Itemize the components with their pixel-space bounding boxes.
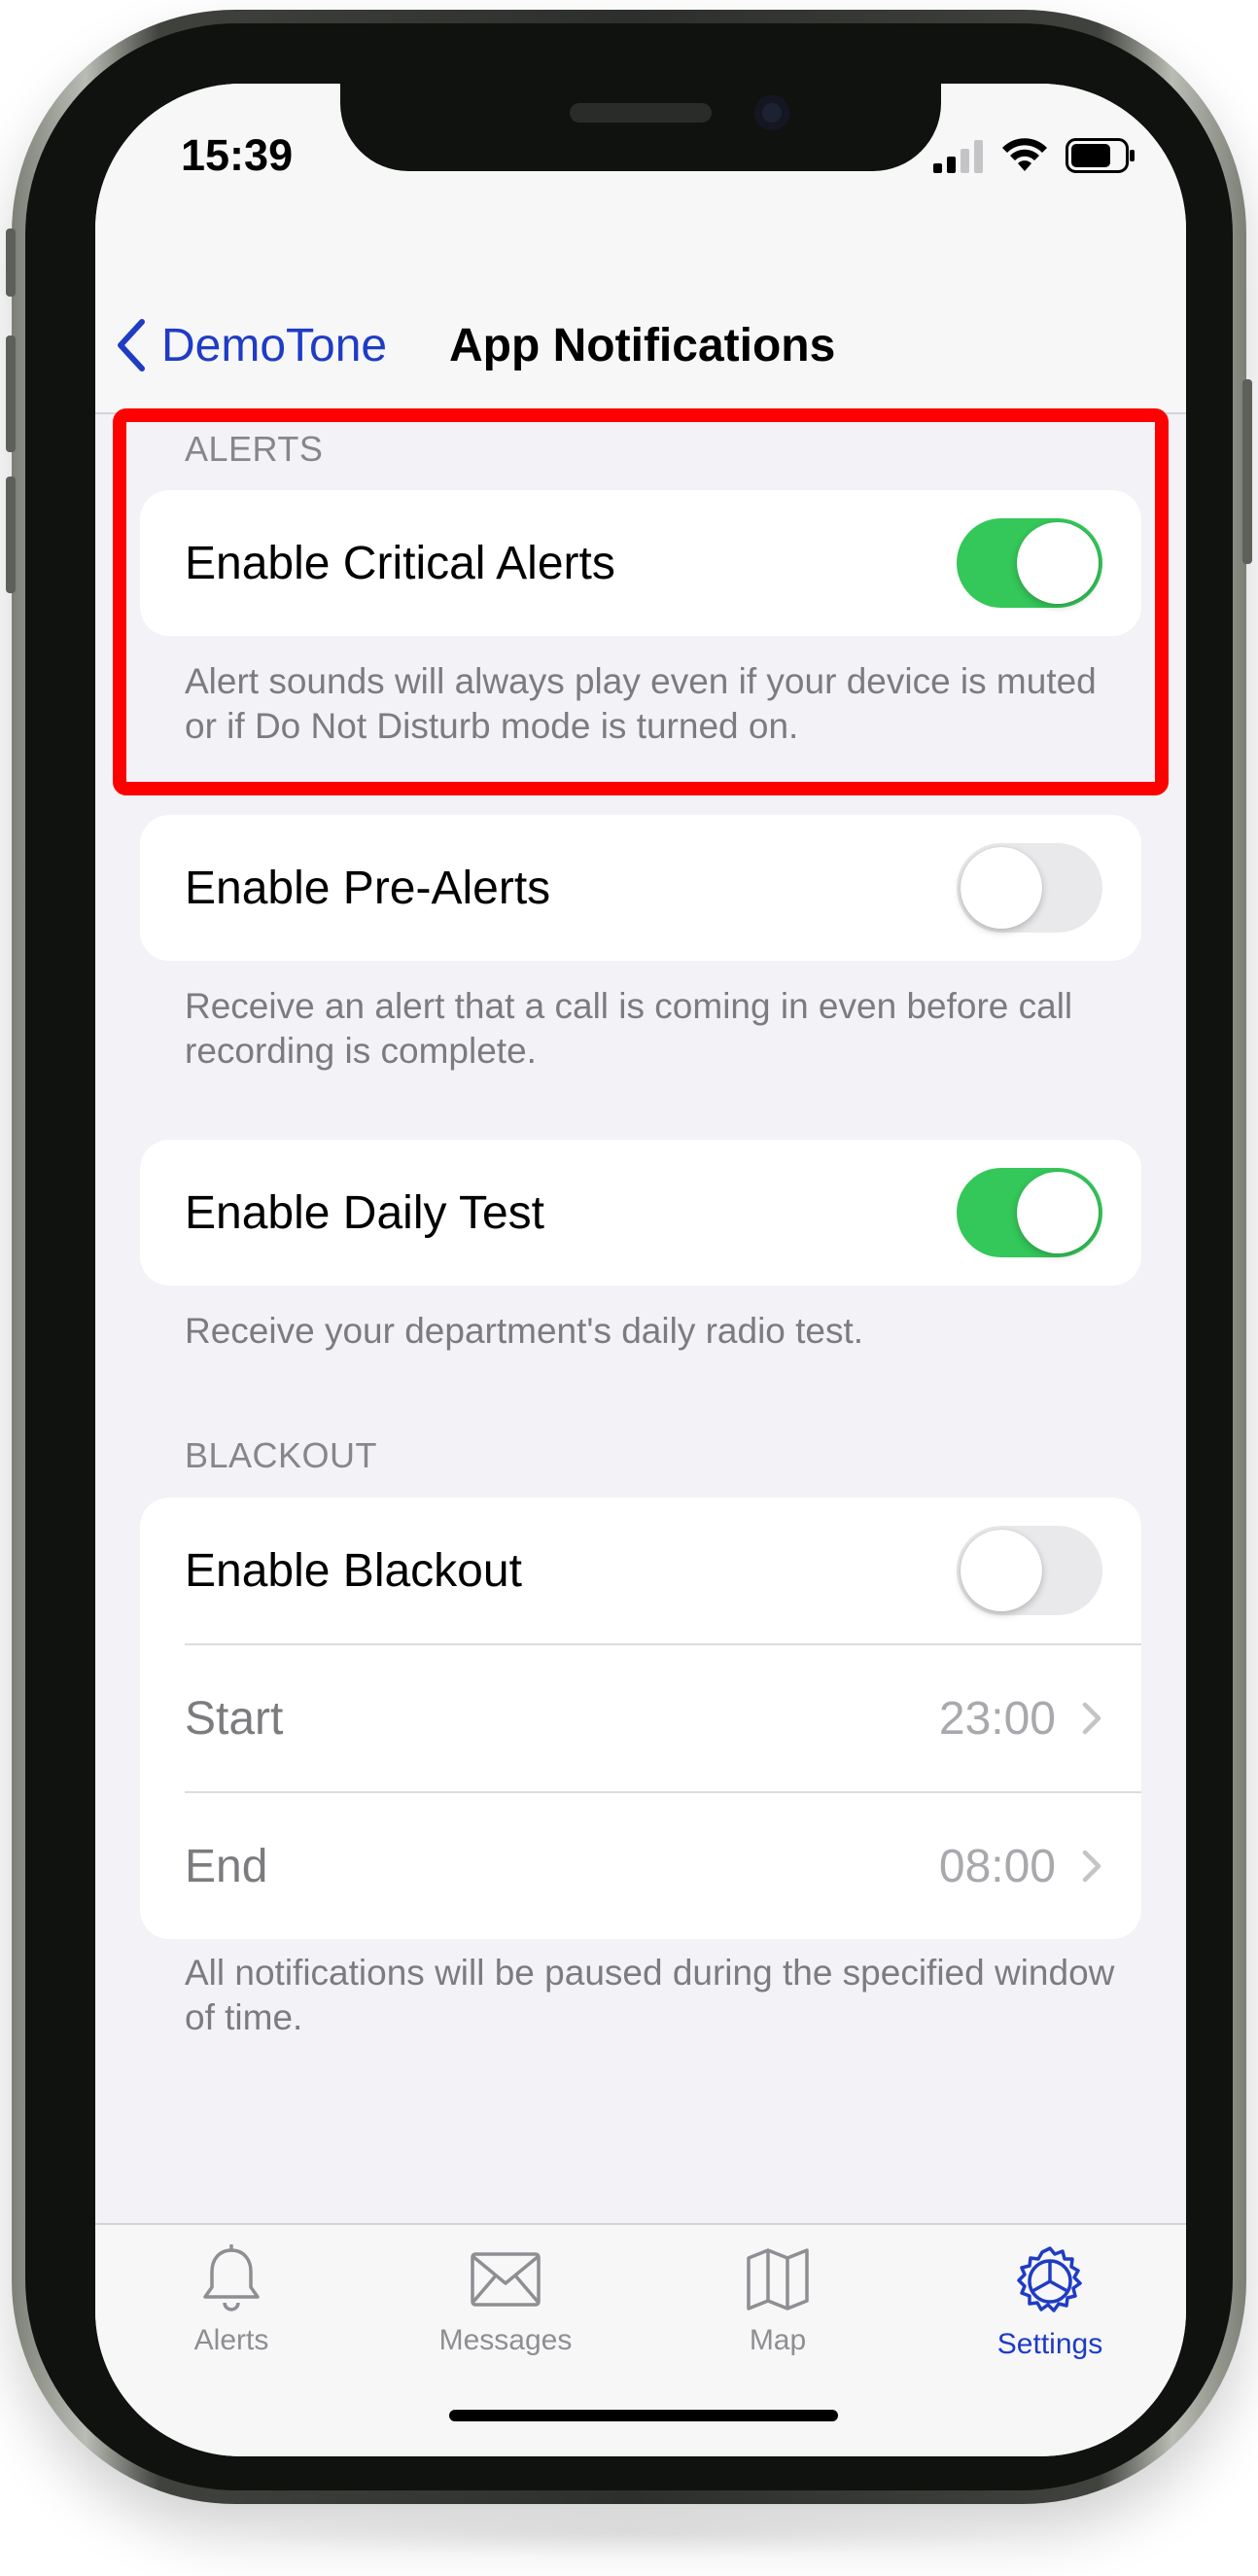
tab-settings[interactable]: Settings: [943, 2244, 1157, 2361]
blackout-start-value: 23:00: [938, 1692, 1056, 1745]
blackout-toggle[interactable]: [957, 1526, 1102, 1615]
daily-test-row: Enable Daily Test: [140, 1140, 1141, 1286]
critical-alerts-footer: Alert sounds will always play even if yo…: [185, 661, 1097, 746]
alerts-section-header: ALERTS: [185, 429, 324, 469]
pre-alerts-label: Enable Pre-Alerts: [185, 862, 551, 914]
tab-label: Messages: [438, 2324, 573, 2356]
bell-icon: [203, 2244, 260, 2311]
back-button-label: DemoTone: [161, 319, 388, 371]
pre-alerts-card: Enable Pre-Alerts: [140, 815, 1141, 961]
page-title: App Notifications: [449, 319, 836, 371]
status-icons: [933, 134, 1136, 173]
tab-map[interactable]: Map: [671, 2244, 885, 2357]
chevron-right-icon: [1082, 1850, 1101, 1883]
toggle-knob: [961, 847, 1042, 929]
envelope-icon: [471, 2252, 541, 2307]
critical-alerts-toggle[interactable]: [957, 518, 1102, 608]
blackout-end-label: End: [185, 1840, 268, 1892]
pre-alerts-row: Enable Pre-Alerts: [140, 815, 1141, 961]
volume-up-button: [6, 335, 16, 452]
blackout-label: Enable Blackout: [185, 1544, 522, 1597]
phone-frame: 15:39 DemoTone App Notifications ALERTS …: [6, 10, 1252, 2504]
wifi-icon: [1002, 138, 1047, 171]
silent-switch: [6, 229, 16, 297]
cellular-signal-icon: [933, 140, 983, 173]
critical-alerts-row: Enable Critical Alerts: [140, 490, 1141, 636]
phone-screen: 15:39 DemoTone App Notifications ALERTS …: [95, 84, 1186, 2456]
toggle-knob: [1017, 1172, 1099, 1253]
toggle-knob: [961, 1530, 1042, 1611]
blackout-footer: All notifications will be paused during …: [185, 1953, 1115, 2037]
home-indicator: [449, 2410, 838, 2421]
front-camera: [754, 95, 789, 130]
daily-test-footer: Receive your department's daily radio te…: [185, 1311, 864, 1351]
settings-gear-icon: [1017, 2246, 1082, 2312]
pre-alerts-toggle[interactable]: [957, 843, 1102, 933]
blackout-start-label: Start: [185, 1692, 284, 1745]
blackout-end-value: 08:00: [938, 1840, 1056, 1892]
chevron-left-icon: [118, 319, 145, 371]
tab-label: Settings: [996, 2328, 1103, 2360]
status-bar: 15:39: [95, 84, 1186, 278]
notch: [340, 84, 941, 171]
tab-label: Map: [749, 2324, 807, 2356]
daily-test-toggle[interactable]: [957, 1168, 1102, 1257]
tab-bar: Alerts Messages Map Settings: [95, 2223, 1186, 2456]
daily-test-card: Enable Daily Test: [140, 1140, 1141, 1286]
toggle-knob: [1017, 522, 1099, 604]
critical-alerts-card: Enable Critical Alerts: [140, 490, 1141, 636]
blackout-end-row[interactable]: End 08:00: [140, 1793, 1141, 1939]
blackout-card: Enable Blackout Start 23:00 End 08:00: [140, 1498, 1141, 1939]
daily-test-label: Enable Daily Test: [185, 1186, 544, 1239]
map-icon: [747, 2248, 809, 2311]
critical-alerts-label: Enable Critical Alerts: [185, 537, 615, 589]
blackout-section-header: BLACKOUT: [185, 1435, 378, 1475]
blackout-row: Enable Blackout: [140, 1498, 1141, 1643]
tab-messages[interactable]: Messages: [399, 2244, 612, 2357]
tab-label: Alerts: [193, 2324, 269, 2356]
tab-alerts[interactable]: Alerts: [124, 2244, 338, 2357]
pre-alerts-footer: Receive an alert that a call is coming i…: [185, 986, 1073, 1071]
volume-down-button: [6, 476, 16, 593]
blackout-start-row[interactable]: Start 23:00: [140, 1645, 1141, 1791]
back-button[interactable]: DemoTone: [115, 311, 387, 379]
status-time: 15:39: [181, 130, 294, 180]
floor-reflection: [224, 2509, 1034, 2558]
power-button: [1242, 379, 1252, 564]
earpiece-speaker: [570, 103, 712, 123]
navigation-bar: DemoTone App Notifications: [95, 278, 1186, 414]
chevron-right-icon: [1082, 1702, 1101, 1735]
battery-icon: [1066, 138, 1135, 173]
